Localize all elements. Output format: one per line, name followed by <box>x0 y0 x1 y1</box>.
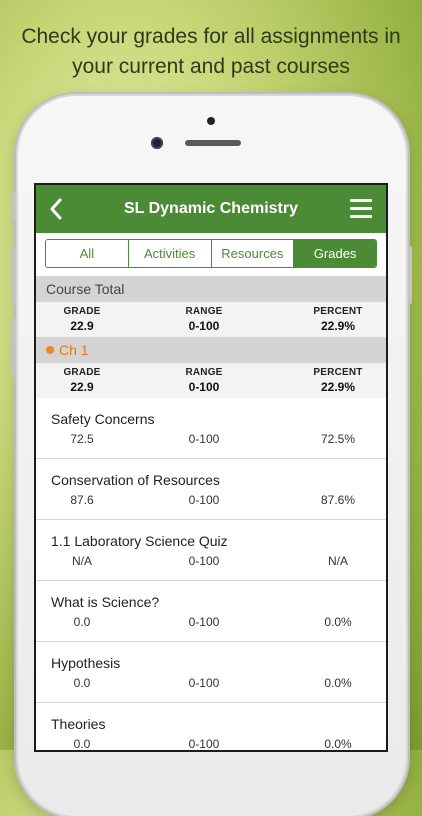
phone-side-button <box>12 192 16 222</box>
grade-label: GRADE <box>63 306 101 317</box>
grade-item-row[interactable]: Safety Concerns 72.5 0-100 72.5% <box>36 398 386 459</box>
range-label: RANGE <box>185 367 223 378</box>
tab-activities[interactable]: Activities <box>128 240 212 267</box>
phone-volume-down-button <box>12 318 16 376</box>
range-label: RANGE <box>185 306 223 317</box>
grade-column: GRADE 22.9 <box>42 302 122 333</box>
item-range: 0-100 <box>188 554 220 568</box>
item-range: 0-100 <box>188 432 220 446</box>
item-percent: 87.6% <box>320 493 356 507</box>
percent-value: 22.9% <box>320 380 356 394</box>
item-range: 0-100 <box>188 493 220 507</box>
tab-bar: All Activities Resources Grades <box>36 233 386 276</box>
grade-value: 22.9 <box>70 380 94 394</box>
item-grade: 0.0 <box>73 676 91 690</box>
item-percent: N/A <box>327 554 348 568</box>
item-name: What is Science? <box>51 594 160 610</box>
grade-item-row[interactable]: Hypothesis 0.0 0-100 0.0% <box>36 642 386 703</box>
phone-sensor-dot <box>207 117 215 125</box>
grade-item-row[interactable]: 1.1 Laboratory Science Quiz N/A 0-100 N/… <box>36 520 386 581</box>
back-button[interactable] <box>46 197 66 221</box>
item-grade: 72.5 <box>70 432 94 446</box>
item-name: Theories <box>51 716 106 732</box>
item-percent: 0.0% <box>324 615 352 629</box>
item-range: 0-100 <box>188 737 220 750</box>
phone-volume-up-button <box>12 246 16 304</box>
tab-resources[interactable]: Resources <box>211 240 295 267</box>
item-grade: 87.6 <box>70 493 94 507</box>
item-grade: 0.0 <box>73 615 91 629</box>
item-name: Hypothesis <box>51 655 121 671</box>
phone-power-button <box>408 246 412 304</box>
segmented-control: All Activities Resources Grades <box>45 239 377 268</box>
app-screen: SL Dynamic Chemistry All Activities Reso… <box>36 185 386 750</box>
grade-item-row[interactable]: Theories 0.0 0-100 0.0% <box>36 703 386 750</box>
chapter-dot-icon <box>46 346 54 354</box>
promo-tagline: Check your grades for all assignments in… <box>0 22 422 82</box>
range-value: 0-100 <box>188 380 220 394</box>
item-grade: 0.0 <box>73 737 91 750</box>
tab-grades[interactable]: Grades <box>294 240 376 267</box>
chapter-header[interactable]: Ch 1 <box>36 337 386 363</box>
grade-column: GRADE 22.9 <box>42 363 122 394</box>
course-total-header: Course Total <box>36 276 386 302</box>
course-total-summary: GRADE 22.9 RANGE 0-100 PERCENT 22.9% <box>36 302 386 337</box>
item-percent: 72.5% <box>320 432 356 446</box>
item-range: 0-100 <box>188 676 220 690</box>
grade-item-list: Safety Concerns 72.5 0-100 72.5% Conserv… <box>36 398 386 750</box>
phone-camera <box>151 137 163 149</box>
chevron-left-icon <box>50 198 62 220</box>
range-column: RANGE 0-100 <box>164 302 244 333</box>
percent-column: PERCENT 22.9% <box>298 363 378 394</box>
grade-value: 22.9 <box>70 319 94 333</box>
course-title: SL Dynamic Chemistry <box>124 200 298 217</box>
item-percent: 0.0% <box>324 676 352 690</box>
item-percent: 0.0% <box>324 737 352 750</box>
tagline-line-1: Check your grades for all assignments in <box>21 25 401 48</box>
item-name: 1.1 Laboratory Science Quiz <box>51 533 228 549</box>
range-column: RANGE 0-100 <box>164 363 244 394</box>
item-name: Safety Concerns <box>51 411 155 427</box>
course-total-title: Course Total <box>46 281 125 297</box>
grade-item-row[interactable]: What is Science? 0.0 0-100 0.0% <box>36 581 386 642</box>
item-grade: N/A <box>71 554 92 568</box>
chapter-title: Ch 1 <box>59 342 89 358</box>
item-name: Conservation of Resources <box>51 472 220 488</box>
item-range: 0-100 <box>188 615 220 629</box>
percent-column: PERCENT 22.9% <box>298 302 378 333</box>
hamburger-menu-icon[interactable] <box>350 199 372 219</box>
tab-all[interactable]: All <box>46 240 129 267</box>
chapter-summary: GRADE 22.9 RANGE 0-100 PERCENT 22.9% <box>36 363 386 398</box>
percent-label: PERCENT <box>313 367 363 378</box>
percent-label: PERCENT <box>313 306 363 317</box>
phone-speaker <box>185 140 241 146</box>
grade-item-row[interactable]: Conservation of Resources 87.6 0-100 87.… <box>36 459 386 520</box>
nav-bar: SL Dynamic Chemistry <box>36 185 386 233</box>
grade-label: GRADE <box>63 367 101 378</box>
percent-value: 22.9% <box>320 319 356 333</box>
range-value: 0-100 <box>188 319 220 333</box>
tagline-line-2: your current and past courses <box>72 55 350 78</box>
